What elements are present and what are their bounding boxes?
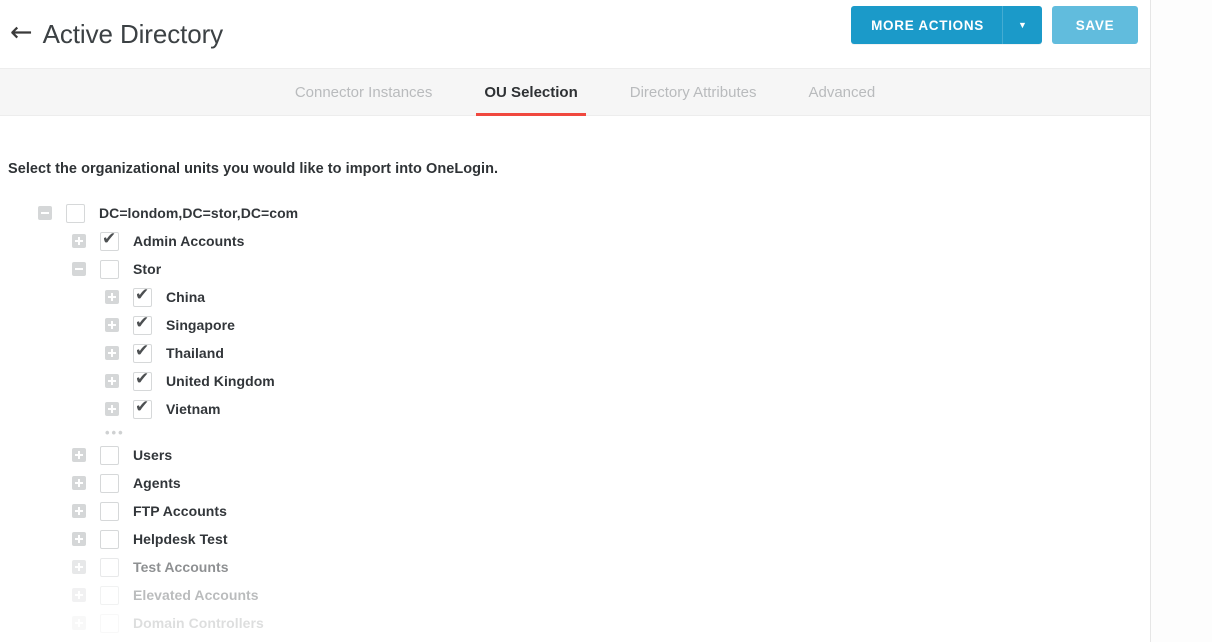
tree-node[interactable]: China (8, 283, 1150, 311)
tab-bar: Connector Instances OU Selection Directo… (0, 68, 1150, 116)
content-column: ← Active Directory MORE ACTIONS ▼ SAVE C… (0, 0, 1151, 642)
ou-checkbox[interactable] (133, 285, 152, 307)
ou-checkbox[interactable] (100, 613, 119, 633)
ou-label: Test Accounts (133, 559, 229, 575)
more-actions-button[interactable]: MORE ACTIONS ▼ (851, 6, 1042, 44)
tree-node[interactable]: DC=londom,DC=stor,DC=com (8, 199, 1150, 227)
tab-directory-attributes[interactable]: Directory Attributes (604, 69, 783, 115)
ou-checkbox[interactable] (100, 529, 119, 549)
ou-label: DC=londom,DC=stor,DC=com (99, 205, 299, 221)
ou-checkbox[interactable] (133, 397, 152, 419)
page-title: Active Directory (42, 18, 224, 49)
ou-checkbox[interactable] (100, 445, 119, 465)
ou-label: United Kingdom (166, 373, 275, 389)
tree-node[interactable]: Helpdesk Test (8, 525, 1150, 553)
tree-node[interactable]: Users (8, 441, 1150, 469)
ou-label: Admin Accounts (133, 233, 245, 249)
expand-plus-icon[interactable] (105, 374, 119, 388)
ou-checkbox[interactable] (133, 369, 152, 391)
tree-node[interactable]: Test Accounts (8, 553, 1150, 581)
more-actions-label: MORE ACTIONS (871, 17, 984, 33)
tree-node[interactable]: Vietnam (8, 395, 1150, 423)
more-items-ellipsis: ••• (105, 424, 125, 440)
expand-plus-icon[interactable] (105, 290, 119, 304)
ou-label: Domain Controllers (133, 615, 264, 631)
collapse-minus-icon[interactable] (38, 206, 52, 220)
expand-plus-icon[interactable] (72, 532, 86, 546)
tree-node[interactable]: Thailand (8, 339, 1150, 367)
expand-plus-icon[interactable] (72, 616, 86, 630)
ou-checkbox[interactable] (100, 259, 119, 279)
save-button[interactable]: SAVE (1052, 6, 1138, 44)
ou-checkbox[interactable] (100, 229, 119, 251)
ou-label: Singapore (166, 317, 235, 333)
expand-plus-icon[interactable] (72, 504, 86, 518)
ou-label: Elevated Accounts (133, 587, 259, 603)
ou-label: Thailand (166, 345, 224, 361)
expand-plus-icon[interactable] (72, 560, 86, 574)
ou-label: Vietnam (166, 401, 221, 417)
tree-node[interactable]: Singapore (8, 311, 1150, 339)
expand-plus-icon[interactable] (105, 346, 119, 360)
ou-label: Users (133, 447, 173, 463)
page-header: ← Active Directory MORE ACTIONS ▼ SAVE (0, 0, 1150, 68)
ou-checkbox[interactable] (100, 585, 119, 605)
ou-checkbox[interactable] (133, 313, 152, 335)
ou-label: China (166, 289, 206, 305)
ou-checkbox[interactable] (133, 341, 152, 363)
ou-label: FTP Accounts (133, 503, 227, 519)
expand-plus-icon[interactable] (105, 402, 119, 416)
tab-ou-selection[interactable]: OU Selection (458, 69, 603, 116)
expand-plus-icon[interactable] (72, 448, 86, 462)
tab-connector-instances[interactable]: Connector Instances (269, 69, 459, 115)
back-arrow-icon[interactable]: ← (10, 19, 33, 46)
tree-node[interactable]: Agents (8, 469, 1150, 497)
tree-node[interactable]: Admin Accounts (8, 227, 1150, 255)
ou-tree: DC=londom,DC=stor,DC=com Admin Accounts St… (8, 199, 1150, 637)
tree-node[interactable]: FTP Accounts (8, 497, 1150, 525)
instruction-text: Select the organizational units you woul… (8, 161, 499, 177)
ou-checkbox[interactable] (100, 473, 119, 493)
active-directory-page: ← Active Directory MORE ACTIONS ▼ SAVE C… (0, 0, 1212, 642)
tree-node[interactable]: Domain Controllers (8, 609, 1150, 637)
collapse-minus-icon[interactable] (72, 262, 86, 276)
expand-plus-icon[interactable] (72, 476, 86, 490)
chevron-down-icon[interactable]: ▼ (1002, 6, 1042, 44)
ou-label: Agents (133, 475, 181, 491)
expand-plus-icon[interactable] (72, 234, 86, 248)
right-gutter (1152, 0, 1212, 642)
tree-node[interactable]: United Kingdom (8, 367, 1150, 395)
ou-label: Helpdesk Test (133, 531, 228, 547)
expand-plus-icon[interactable] (72, 588, 86, 602)
main-content: Select the organizational units you woul… (0, 116, 1150, 637)
header-actions: MORE ACTIONS ▼ SAVE (851, 6, 1138, 44)
ou-checkbox[interactable] (66, 203, 85, 223)
ou-checkbox[interactable] (100, 557, 119, 577)
tree-node[interactable]: Elevated Accounts (8, 581, 1150, 609)
ou-checkbox[interactable] (100, 501, 119, 521)
ou-label: Stor (133, 261, 162, 277)
tree-node[interactable]: Stor (8, 255, 1150, 283)
tab-advanced[interactable]: Advanced (782, 69, 901, 115)
expand-plus-icon[interactable] (105, 318, 119, 332)
